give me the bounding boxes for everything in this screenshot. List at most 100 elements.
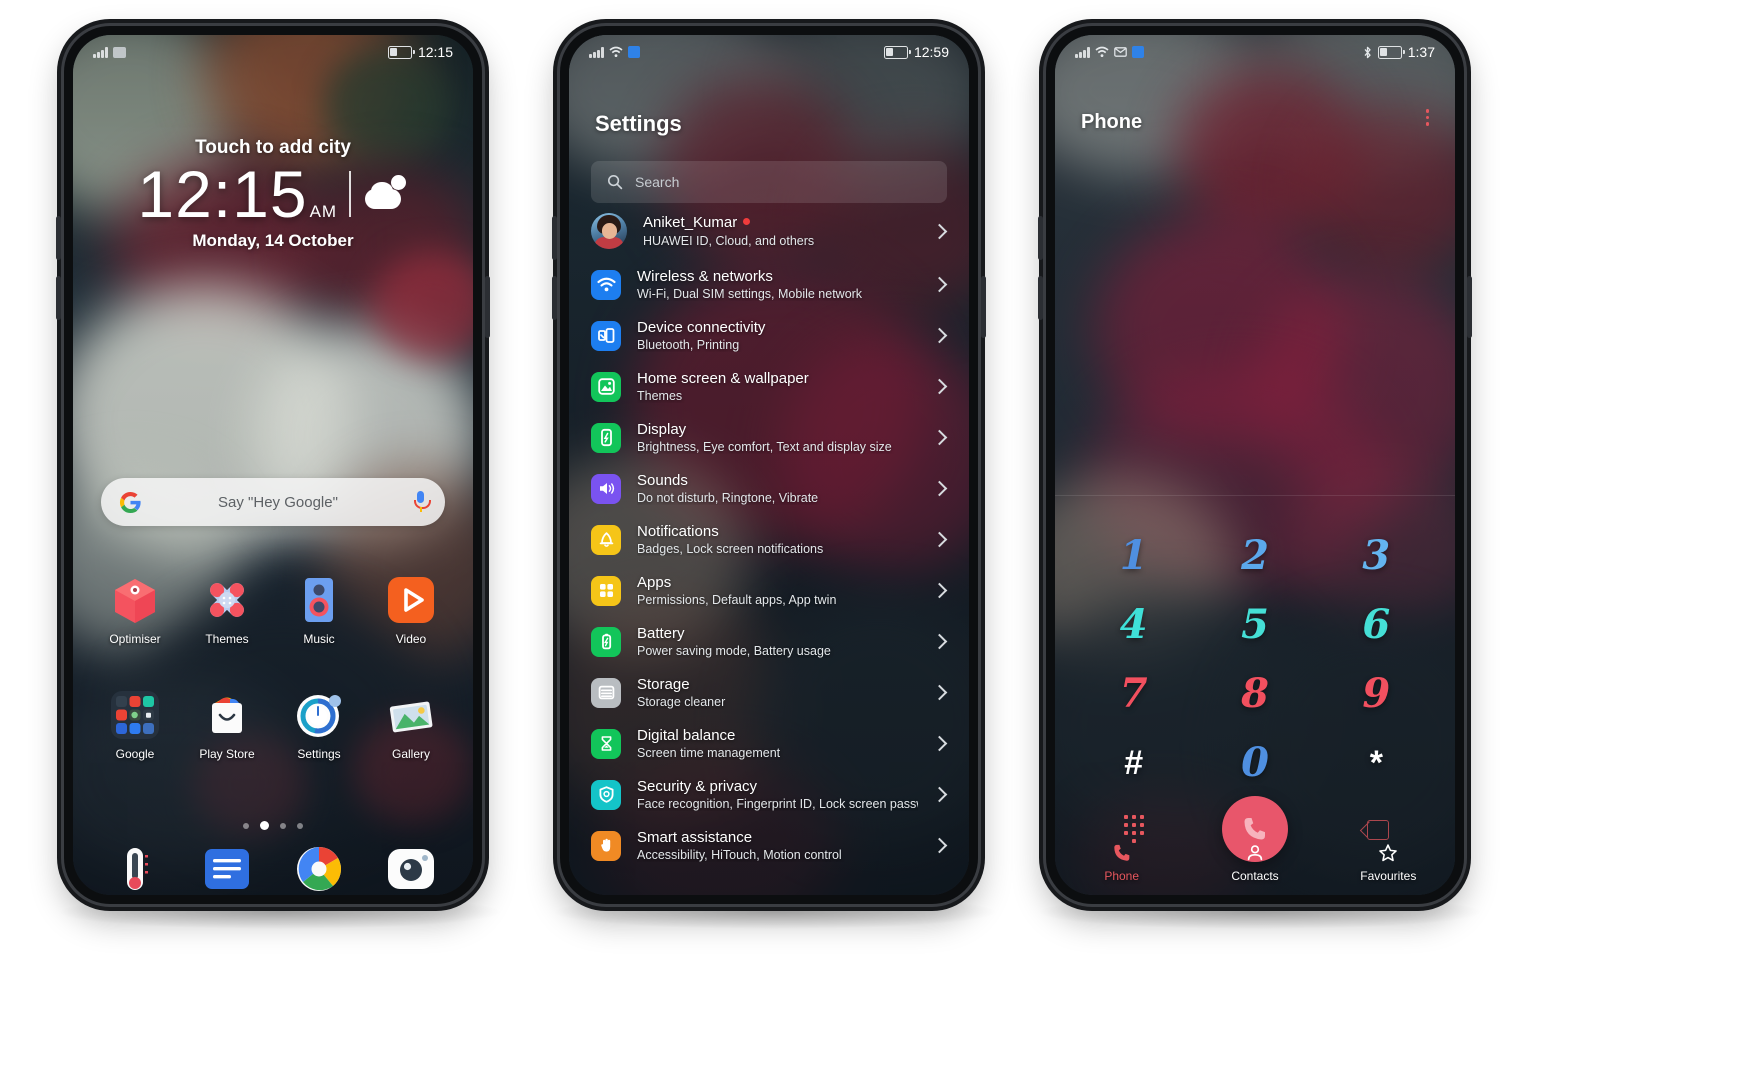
page-dot[interactable] [297,822,303,829]
dialpad-key-2[interactable]: 2 [1194,521,1315,590]
chevron-right-icon [931,735,948,752]
dialpad-key-4[interactable]: 4 [1073,590,1194,659]
settings-item-home-screen-wallpaper[interactable]: Home screen & wallpaper Themes [569,361,969,412]
phone-dialer: 1:37 Phone 1 2 3 4 5 6 7 8 9 # 0 * Phone… [1038,26,1472,904]
add-city-prompt[interactable]: Touch to add city [73,137,473,159]
dialpad[interactable]: 1 2 3 4 5 6 7 8 9 # 0 * [1073,521,1437,797]
bottom-tab-bar[interactable]: Phone Contacts Favourites [1055,842,1455,883]
settings-item-battery[interactable]: Battery Power saving mode, Battery usage [569,616,969,667]
status-left-icons [589,46,640,58]
page-dot-active[interactable] [260,821,269,830]
search-hint-text: Say "Hey Google" [218,493,338,511]
settings-icon [294,690,344,740]
app-music[interactable]: Music [273,575,365,646]
volume-button[interactable] [1038,276,1043,320]
status-bar: 1:37 [1055,35,1455,69]
settings-item-sounds[interactable]: Sounds Do not disturb, Ringtone, Vibrate [569,463,969,514]
app-google-folder[interactable]: Google [89,690,181,761]
settings-item-security-privacy[interactable]: Security & privacy Face recognition, Fin… [569,769,969,820]
dialpad-key-hash[interactable]: # [1073,728,1194,797]
widget-divider [349,171,351,217]
power-button[interactable] [981,276,986,338]
delete-button[interactable] [1316,820,1437,840]
camera-icon [385,843,437,895]
settings-item-wireless-networks[interactable]: Wireless & networks Wi-Fi, Dual SIM sett… [569,259,969,310]
music-icon [294,575,344,625]
video-icon [386,575,436,625]
dialpad-key-6[interactable]: 6 [1316,590,1437,659]
dialpad-row: 1 2 3 [1073,521,1437,590]
app-themes[interactable]: Themes [181,575,273,646]
settings-item-display[interactable]: Display Brightness, Eye comfort, Text an… [569,412,969,463]
dialer-screen: 1:37 Phone 1 2 3 4 5 6 7 8 9 # 0 * Phone… [1055,35,1455,895]
app-settings[interactable]: Settings [273,690,365,761]
settings-item-title: Device connectivity [637,319,766,336]
dialpad-key-8[interactable]: 8 [1194,659,1315,728]
power-button[interactable] [485,276,490,338]
backspace-icon [1360,820,1390,840]
tab-label: Contacts [1231,869,1279,883]
battery-icon [1377,45,1405,59]
app-gallery[interactable]: Gallery [365,690,457,761]
volume-button[interactable] [1038,216,1043,260]
app-play-store[interactable]: Play Store [181,690,273,761]
dialpad-key-9[interactable]: 9 [1316,659,1437,728]
settings-item-device-connectivity[interactable]: Device connectivity Bluetooth, Printing [569,310,969,361]
volume-button[interactable] [552,276,557,320]
tab-phone[interactable]: Phone [1055,842,1188,883]
app-label: Play Store [199,747,255,761]
dialpad-key-star[interactable]: * [1316,728,1437,797]
settings-item-title: Notifications [637,523,719,540]
settings-item-title: Home screen & wallpaper [637,370,809,387]
signal-bars-icon [1075,46,1090,58]
phone-lockscreen: 12:15 Touch to add city 12:15 AM Monday, … [56,26,490,904]
settings-item-apps[interactable]: Apps Permissions, Default apps, App twin [569,565,969,616]
status-right-icons: 12:15 [387,44,453,60]
settings-item-subtitle: Face recognition, Fingerprint ID, Lock s… [637,797,918,811]
settings-item-title: Storage [637,676,690,693]
volume-button[interactable] [56,276,61,320]
tab-contacts[interactable]: Contacts [1188,842,1321,883]
lockscreen-clock-widget[interactable]: 12:15 AM [73,161,473,227]
settings-list[interactable]: Aniket_Kumar HUAWEI ID, Cloud, and other… [569,207,969,895]
dialpad-key-5[interactable]: 5 [1194,590,1315,659]
settings-item-title: Security & privacy [637,778,758,795]
account-row[interactable]: Aniket_Kumar HUAWEI ID, Cloud, and other… [569,207,969,259]
dock-camera[interactable] [365,843,457,895]
more-options-icon[interactable] [1425,109,1429,126]
wallpaper-icon [591,371,621,402]
settings-item-digital-balance[interactable]: Digital balance Screen time management [569,718,969,769]
dialpad-key-0[interactable]: 0 [1194,728,1315,797]
chevron-right-icon [931,327,948,344]
dialpad-key-3[interactable]: 3 [1316,521,1437,590]
dock-thermometer[interactable] [89,843,181,895]
settings-item-notifications[interactable]: Notifications Badges, Lock screen notifi… [569,514,969,565]
dialpad-key-1[interactable]: 1 [1073,521,1194,590]
settings-item-storage[interactable]: Storage Storage cleaner [569,667,969,718]
status-clock: 12:59 [913,44,949,60]
page-indicator[interactable] [73,821,473,830]
page-dot[interactable] [280,822,286,829]
app-optimiser[interactable]: Optimiser [89,575,181,646]
dock-messages[interactable] [181,843,273,895]
settings-item-title: Sounds [637,472,688,489]
app-video[interactable]: Video [365,575,457,646]
dialpad-key-7[interactable]: 7 [1073,659,1194,728]
chevron-right-icon [931,786,948,803]
search-input[interactable]: Search [591,161,947,203]
page-dot[interactable] [243,822,249,829]
clock-time: 12:15 AM [137,157,338,231]
google-search-bar[interactable]: Say "Hey Google" [101,478,445,526]
settings-screen: 12:59 Settings Search Aniket_Kumar HUAWE… [569,35,969,895]
volume-button[interactable] [56,216,61,260]
tab-favourites[interactable]: Favourites [1322,842,1455,883]
dock [89,843,457,895]
dock-browser[interactable] [273,843,365,895]
volume-button[interactable] [552,216,557,260]
settings-item-smart-assistance[interactable]: Smart assistance Accessibility, HiTouch,… [569,820,969,871]
microphone-icon[interactable] [414,491,431,513]
settings-item-subtitle: Wi-Fi, Dual SIM settings, Mobile network [637,287,863,301]
power-button[interactable] [1467,276,1472,338]
chevron-right-icon [931,429,948,446]
keypad-toggle-button[interactable] [1073,815,1194,843]
